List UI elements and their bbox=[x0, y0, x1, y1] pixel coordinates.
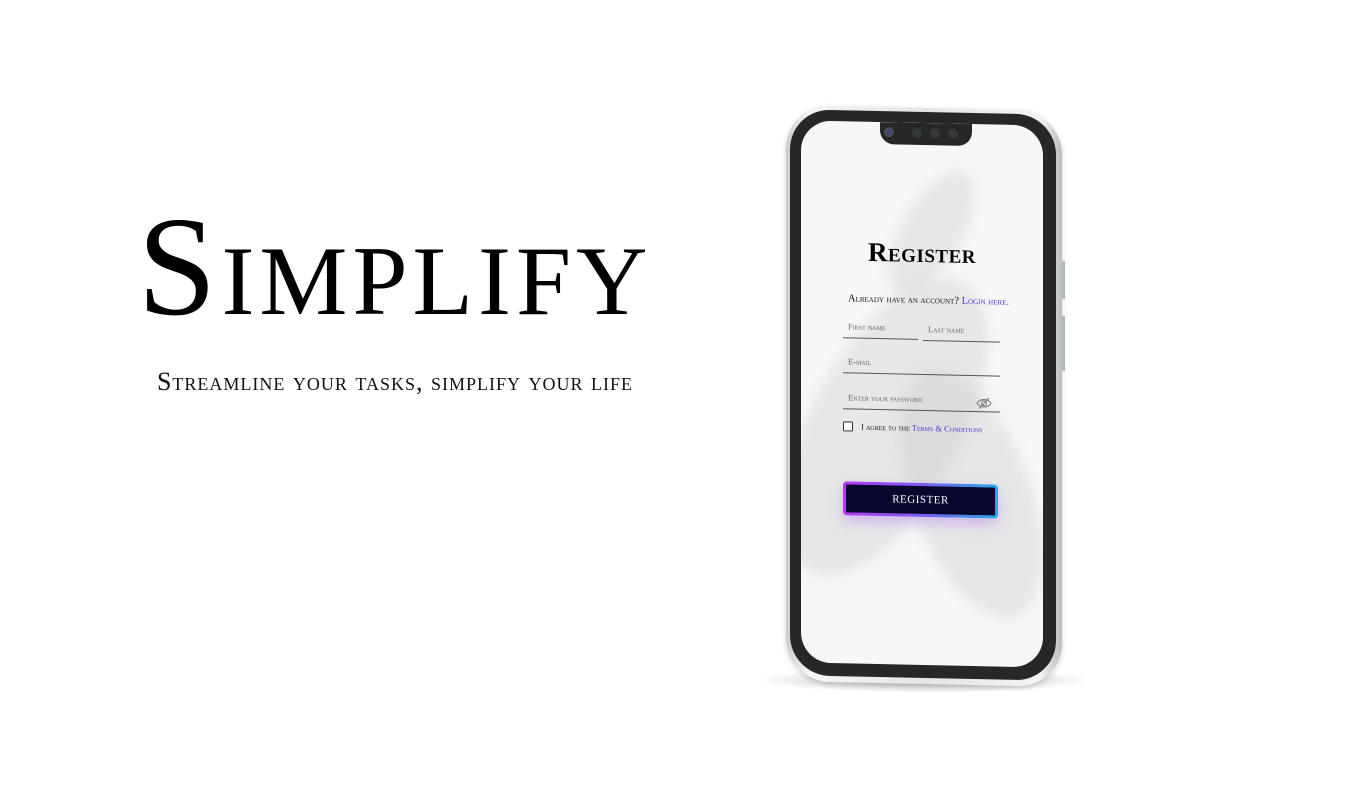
hero-section: Simplify Streamline your tasks, simplify… bbox=[60, 195, 730, 397]
login-link[interactable]: Login here. bbox=[962, 296, 1009, 308]
first-name-input[interactable] bbox=[843, 315, 918, 340]
email-input[interactable] bbox=[843, 350, 1000, 377]
tagline: Streamline your tasks, simplify your lif… bbox=[156, 367, 634, 396]
phone-screen: Register Already have an account? Login … bbox=[801, 120, 1043, 668]
terms-label: I agree to the Terms & Conditions bbox=[861, 422, 982, 435]
login-prompt-text: Already have an account? bbox=[848, 293, 959, 307]
landing-page: Simplify Streamline your tasks, simplify… bbox=[0, 0, 1351, 793]
form-title: Register bbox=[868, 236, 976, 270]
phone-side-button bbox=[1062, 260, 1065, 299]
phone-side-button bbox=[1062, 315, 1065, 371]
login-prompt: Already have an account? Login here. bbox=[848, 293, 1009, 307]
phone-mockup: Register Already have an account? Login … bbox=[786, 105, 1065, 687]
register-form: Register Already have an account? Login … bbox=[801, 120, 1043, 667]
terms-row: I agree to the Terms & Conditions bbox=[843, 421, 982, 434]
eye-off-icon[interactable] bbox=[976, 396, 992, 410]
terms-prefix: I agree to the bbox=[861, 421, 910, 433]
register-button[interactable]: REGISTER bbox=[843, 481, 998, 519]
terms-checkbox[interactable] bbox=[843, 421, 853, 432]
phone-bezel: Register Already have an account? Login … bbox=[790, 109, 1056, 681]
brand-title: Simplify bbox=[137, 187, 653, 345]
terms-link[interactable]: Terms & Conditions bbox=[912, 423, 983, 434]
last-name-input[interactable] bbox=[923, 317, 1000, 343]
